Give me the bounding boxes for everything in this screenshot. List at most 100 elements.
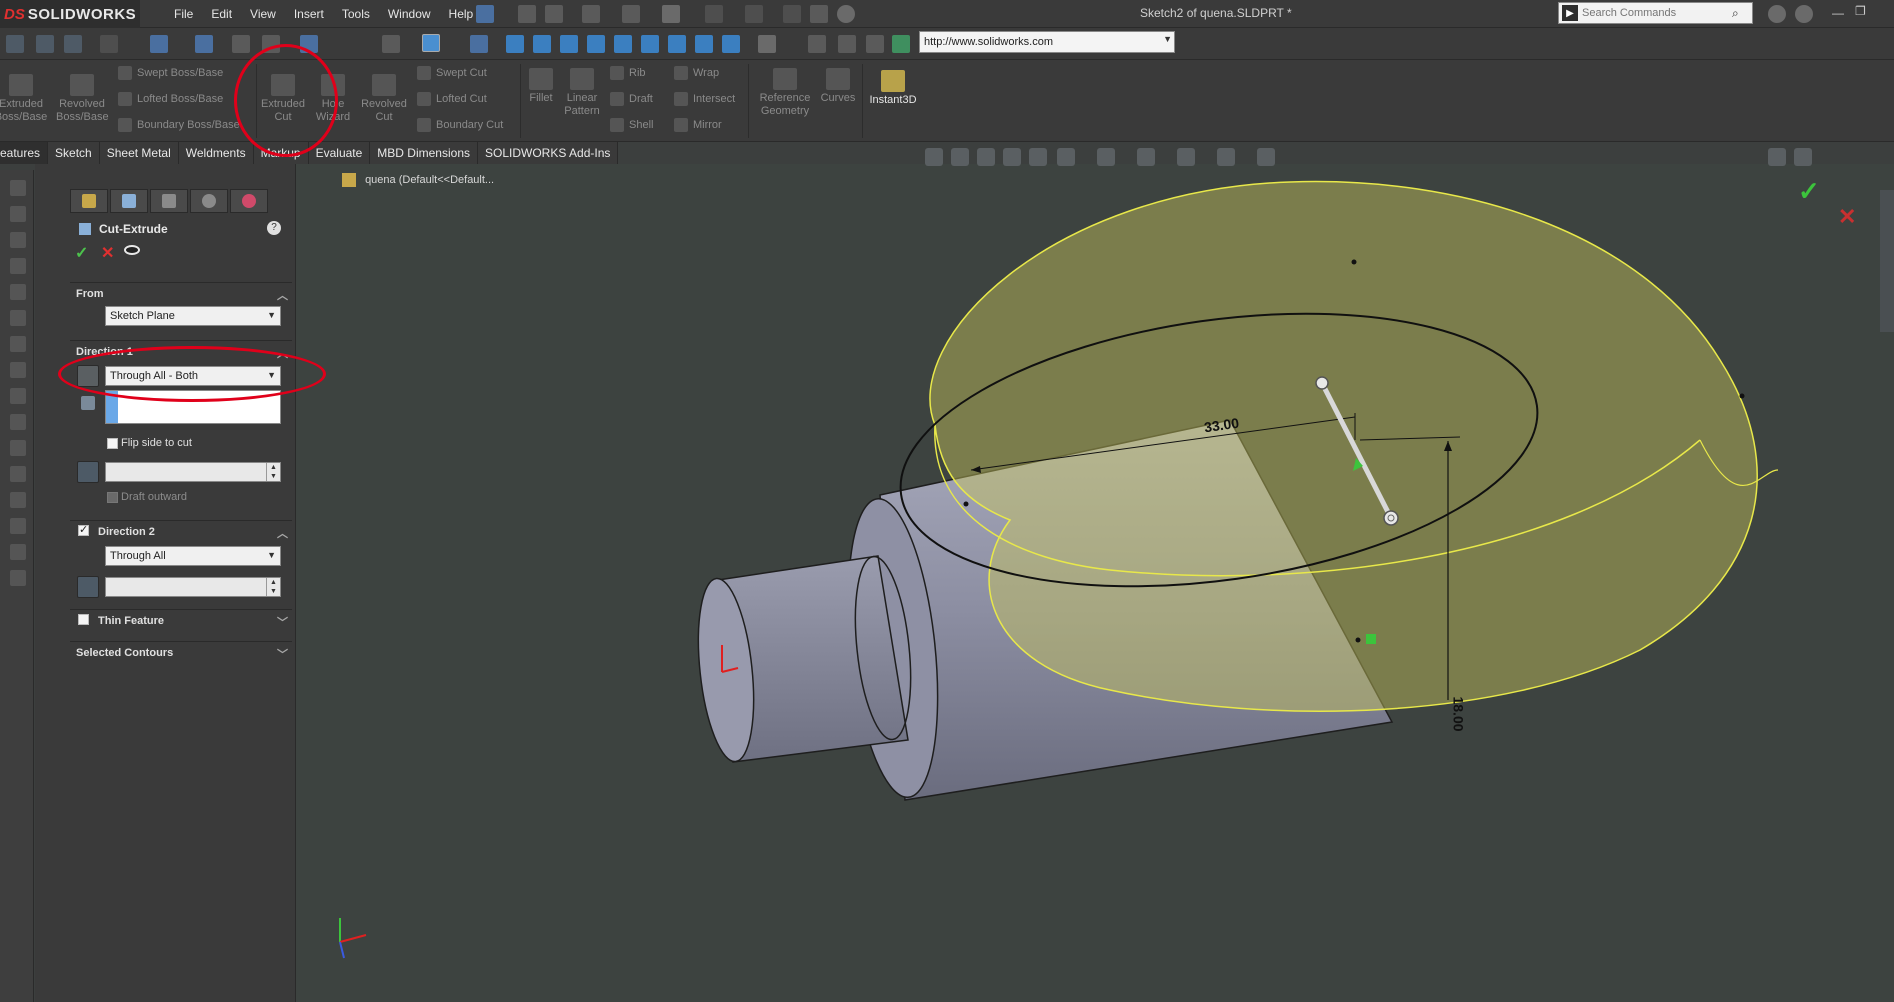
view-front-icon[interactable] xyxy=(506,35,524,53)
view-orientation-icon[interactable] xyxy=(1057,148,1075,166)
cut-preview-volume[interactable] xyxy=(929,180,1758,712)
section-view-icon[interactable] xyxy=(1003,148,1021,166)
chevron-down-icon[interactable]: ▼ xyxy=(267,310,276,320)
draft-button[interactable]: Draft xyxy=(610,92,653,106)
web-globe-icon[interactable] xyxy=(892,35,910,53)
handle-end-point[interactable] xyxy=(1383,510,1399,526)
revolved-cut-button[interactable]: Revolved Cut xyxy=(360,74,408,124)
curves-button[interactable]: Curves xyxy=(818,68,858,105)
model-viewport[interactable] xyxy=(296,164,1894,1002)
extruded-boss-button[interactable]: Extruded Boss/Base xyxy=(0,74,48,124)
print-icon[interactable] xyxy=(662,5,680,23)
restore-icon[interactable]: ❐ xyxy=(1855,4,1866,18)
document-copy-icon[interactable] xyxy=(838,35,856,53)
direction2-checkbox[interactable] xyxy=(78,523,89,536)
tab-solidworks-addins[interactable]: SOLIDWORKS Add-Ins xyxy=(478,142,619,164)
toolbar-tool-icon[interactable] xyxy=(10,310,26,326)
revolved-boss-button[interactable]: Revolved Boss/Base xyxy=(56,74,109,124)
zoom-to-fit-icon[interactable] xyxy=(925,148,943,166)
menu-tools[interactable]: Tools xyxy=(333,7,379,21)
edit-appearance-icon[interactable] xyxy=(1177,148,1195,166)
draft-on-off-icon[interactable] xyxy=(77,461,99,483)
menu-view[interactable]: View xyxy=(241,7,285,21)
thin-feature-section-header[interactable]: Thin Feature ﹀ xyxy=(70,609,292,631)
from-select[interactable]: Sketch Plane ▼ xyxy=(105,306,281,326)
section-view-icon[interactable] xyxy=(382,35,400,53)
menu-insert[interactable]: Insert xyxy=(285,7,333,21)
zoom-fit-icon[interactable] xyxy=(100,35,118,53)
menu-edit[interactable]: Edit xyxy=(202,7,241,21)
view-trimetric-icon[interactable] xyxy=(695,35,713,53)
thin-feature-checkbox[interactable] xyxy=(78,614,89,625)
spin-arrows-icon[interactable]: ▲ ▼ xyxy=(266,578,280,596)
pin-icon[interactable] xyxy=(476,5,494,23)
toolbar-tool-icon[interactable] xyxy=(10,232,26,248)
shaded-icon[interactable] xyxy=(422,34,440,52)
chevron-down-icon[interactable]: ﹀ xyxy=(277,614,288,630)
feature-tree-root[interactable]: quena (Default<<Default... xyxy=(342,173,494,187)
view-right-icon[interactable] xyxy=(587,35,605,53)
tab-evaluate[interactable]: Evaluate xyxy=(308,142,371,164)
save-icon[interactable] xyxy=(622,5,640,23)
search-icon[interactable]: ⌕ xyxy=(1732,6,1739,21)
swept-cut-button[interactable]: Swept Cut xyxy=(417,66,487,80)
rebuild-icon[interactable] xyxy=(783,5,801,23)
toolbar-tool-icon[interactable] xyxy=(10,466,26,482)
search-scope-icon[interactable]: ▶ xyxy=(1562,5,1578,21)
tab-property-manager[interactable] xyxy=(110,189,148,213)
toolbar-tool-icon[interactable] xyxy=(10,362,26,378)
toolbar-tool-icon[interactable] xyxy=(10,440,26,456)
previous-view-icon[interactable] xyxy=(977,148,995,166)
toolbar-tool-icon[interactable] xyxy=(10,206,26,222)
linear-pattern-button[interactable]: Linear Pattern xyxy=(562,68,602,118)
tab-dimxpert-manager[interactable] xyxy=(190,189,228,213)
minimize-icon[interactable]: — xyxy=(1832,6,1844,20)
graphics-area[interactable]: 33.00 18.00 ✓ ✕ xyxy=(296,148,1894,1002)
tab-features[interactable]: eatures xyxy=(0,142,49,164)
smart-dimension-icon[interactable] xyxy=(6,35,24,53)
chevron-down-icon[interactable]: ▼ xyxy=(267,550,276,560)
fillet-button[interactable]: Fillet xyxy=(524,68,558,105)
boundary-boss-button[interactable]: Boundary Boss/Base xyxy=(118,118,240,132)
chevron-up-icon[interactable]: ︿ xyxy=(277,287,288,303)
tools-icon[interactable] xyxy=(866,35,884,53)
view-isometric-icon[interactable] xyxy=(668,35,686,53)
document-icon[interactable] xyxy=(808,35,826,53)
toolbar-tool-icon[interactable] xyxy=(10,258,26,274)
search-commands[interactable]: ▶ ⌕ xyxy=(1558,2,1753,24)
solidworks-logo[interactable]: DS SOLIDWORKS xyxy=(0,0,140,28)
direction2-end-condition-select[interactable]: Through All ▼ xyxy=(105,546,281,566)
view-back-icon[interactable] xyxy=(533,35,551,53)
draft-outward-checkbox[interactable] xyxy=(107,492,118,503)
home-icon[interactable] xyxy=(518,5,536,23)
boundary-cut-button[interactable]: Boundary Cut xyxy=(417,118,503,132)
confirm-ok-icon[interactable]: ✓ xyxy=(1798,176,1820,207)
help-icon[interactable]: ? xyxy=(267,221,281,235)
menu-window[interactable]: Window xyxy=(379,7,440,21)
new-document-icon[interactable] xyxy=(545,5,563,23)
tab-feature-manager[interactable] xyxy=(70,189,108,213)
direction2-section-header[interactable]: Direction 2 ︿ xyxy=(70,520,292,542)
toolbar-tool-icon[interactable] xyxy=(10,284,26,300)
options-gear-icon[interactable] xyxy=(837,5,855,23)
tab-weldments[interactable]: Weldments xyxy=(178,142,254,164)
apply-scene-icon[interactable] xyxy=(1217,148,1235,166)
handle-start-point[interactable] xyxy=(1315,376,1329,390)
swept-boss-button[interactable]: Swept Boss/Base xyxy=(118,66,223,80)
toolbar-tool-icon[interactable] xyxy=(10,180,26,196)
ok-check-icon[interactable]: ✓ xyxy=(75,243,88,263)
address-input[interactable]: http://www.solidworks.com ▼ xyxy=(919,31,1175,53)
confirm-cancel-icon[interactable]: ✕ xyxy=(1838,204,1856,230)
toolbar-tool-icon[interactable] xyxy=(10,544,26,560)
select-icon[interactable] xyxy=(745,5,763,23)
toolbar-tool-icon[interactable] xyxy=(10,570,26,586)
flip-side-checkbox[interactable] xyxy=(107,438,118,449)
reference-geometry-button[interactable]: Reference Geometry xyxy=(752,68,818,118)
draft-angle-input[interactable]: ▲ ▼ xyxy=(105,462,281,482)
window-tile-icon[interactable] xyxy=(1768,148,1786,166)
hide-show-items-icon[interactable] xyxy=(1137,148,1155,166)
from-section-header[interactable]: From ︿ xyxy=(70,282,292,304)
instant3d-button[interactable]: Instant3D xyxy=(862,70,924,107)
chevron-up-icon[interactable]: ︿ xyxy=(277,525,288,541)
tab-mbd-dimensions[interactable]: MBD Dimensions xyxy=(370,142,478,164)
